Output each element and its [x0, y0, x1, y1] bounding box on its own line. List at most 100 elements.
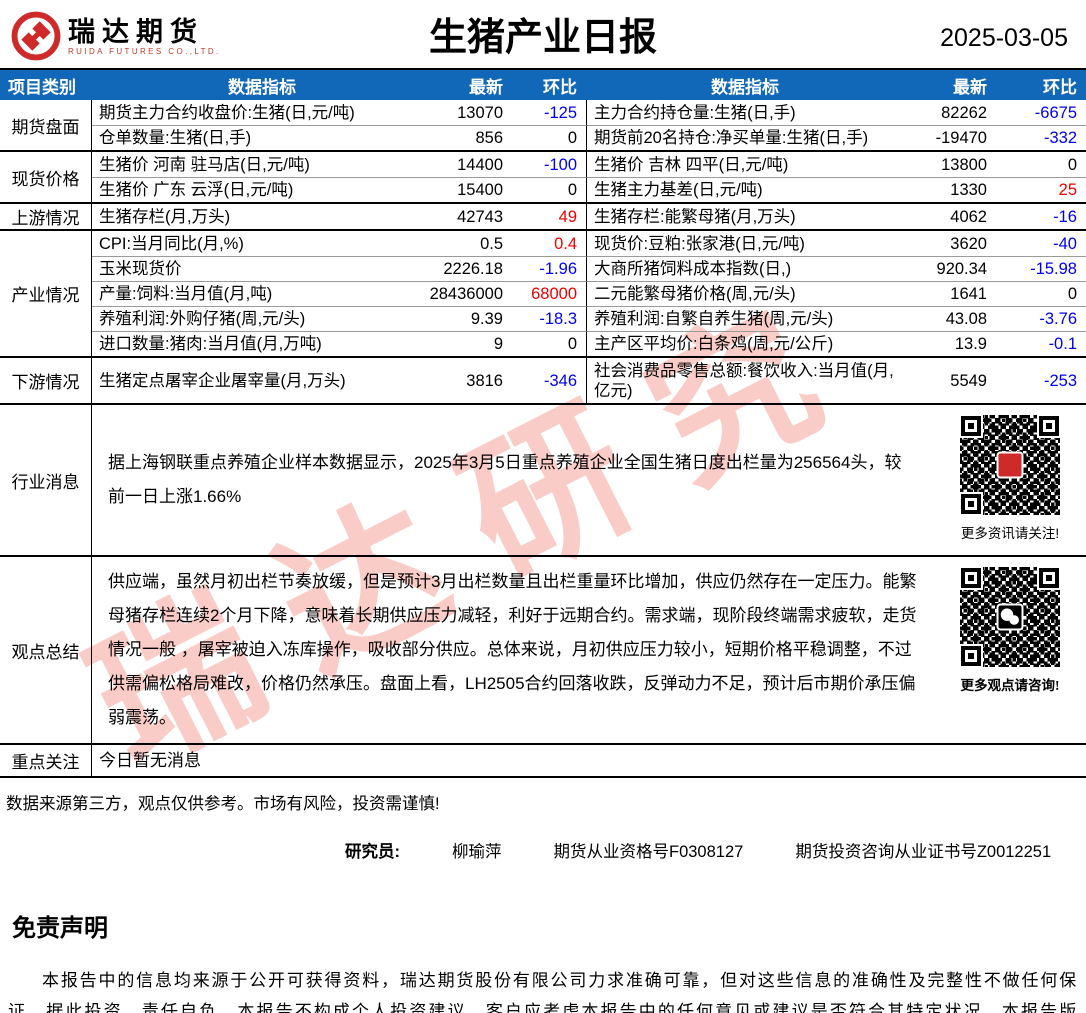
section-category: 下游情况 [0, 358, 92, 403]
change-value: -346 [543, 371, 577, 390]
indicator-label: 现货价:豆粕:张家港(日,元/吨) [586, 231, 904, 256]
change-value: -15.98 [996, 256, 1086, 281]
latest-value: 13070 [457, 103, 503, 122]
latest-value: 2226.18 [432, 256, 512, 281]
page-title: 生猪产业日报 [428, 17, 657, 59]
data-table: 项目类别 数据指标 最新 环比 数据指标 最新 环比 期货盘面 期货主力合约收盘… [0, 68, 1086, 778]
indicator-label: 生猪定点屠宰企业屠宰量(月,万头) [99, 371, 346, 390]
change-value: 0 [512, 331, 586, 356]
qr-finder-icon [961, 568, 981, 588]
latest-value: 13800 [941, 155, 987, 174]
col-header-change-1: 环比 [543, 77, 577, 97]
section-category: 产业情况 [0, 231, 92, 356]
latest-value: 920.34 [904, 256, 996, 281]
indicator-label: 主产区平均价:白条鸡(周,元/公斤) [586, 331, 904, 356]
indicator-label: 社会消费品零售总额:餐饮收入:当月值(月,亿元) [586, 358, 904, 403]
qr-code-wechat [960, 567, 1060, 667]
table-row: 产量:饲料:当月值(月,吨) 28436000 68000 二元能繁母猪价格(周… [92, 281, 1086, 306]
latest-value: 3816 [466, 371, 503, 390]
indicator-label: 养殖利润:自繁自养生猪(周,元/头) [586, 306, 904, 331]
change-value: 25 [996, 177, 1086, 202]
report-page: 瑞达研究 瑞达期货 RUIDA FUTURES CO.,LTD. 生猪产业日报 … [0, 0, 1086, 1013]
table-row: 仓单数量:生猪(日,手) 856 0 期货前20名持仓:净买单量:生猪(日,手)… [92, 125, 1086, 150]
col-header-indicator-1: 数据指标 [228, 77, 296, 97]
col-header-change-2: 环比 [1043, 77, 1077, 97]
industry-news-text: 据上海钢联重点养殖企业样本数据显示，2025年3月5日重点养殖企业全国生猪日度出… [108, 453, 902, 506]
col-header-indicator-2: 数据指标 [711, 77, 779, 97]
col-header-category: 项目类别 [8, 77, 76, 97]
qr-finder-icon [1039, 416, 1059, 436]
table-row: 玉米现货价 2226.18 -1.96 大商所猪饲料成本指数(日,) 920.3… [92, 256, 1086, 281]
table-row: 生猪存栏(月,万头) 42743 49 生猪存栏:能繁母猪(月,万头) 4062… [92, 204, 1086, 229]
indicator-label: 产量:饲料:当月值(月,吨) [92, 281, 432, 306]
qr-finder-icon [961, 416, 981, 436]
latest-value: 14400 [457, 155, 503, 174]
qualification-number: 期货从业资格号F0308127 [553, 843, 744, 861]
indicator-label: 期货主力合约收盘价:生猪(日,元/吨) [99, 103, 355, 122]
table-row: CPI:当月同比(月,%) 0.5 0.4 现货价:豆粕:张家港(日,元/吨) … [92, 231, 1086, 256]
change-value: 0 [512, 125, 586, 150]
latest-value: 0.5 [480, 234, 503, 253]
indicator-label: 主力合约持仓量:生猪(日,手) [586, 100, 904, 125]
section-upstream: 上游情况 生猪存栏(月,万头) 42743 49 生猪存栏:能繁母猪(月,万头)… [0, 202, 1086, 229]
section-focus: 重点关注 今日暂无消息 [0, 743, 1086, 778]
section-category: 上游情况 [0, 204, 92, 229]
change-value: 0 [996, 281, 1086, 306]
latest-value: 82262 [941, 103, 987, 122]
disclaimer-body: 本报告中的信息均来源于公开可获得资料，瑞达期货股份有限公司力求准确可靠，但对这些… [8, 971, 1078, 1013]
section-category: 现货价格 [0, 152, 92, 202]
change-value: -40 [1053, 234, 1077, 253]
section-industry-news: 行业消息 据上海钢联重点养殖企业样本数据显示，2025年3月5日重点养殖企业全国… [0, 403, 1086, 555]
disclaimer-section: 免责声明 本报告中的信息均来源于公开可获得资料，瑞达期货股份有限公司力求准确可靠… [0, 908, 1086, 1013]
indicator-label: 仓单数量:生猪(日,手) [92, 125, 432, 150]
data-source-note: 数据来源第三方，观点仅供参考。市场有风险，投资需谨慎! [6, 795, 440, 813]
latest-value: 856 [432, 125, 512, 150]
change-value: 68000 [512, 281, 586, 306]
table-header-row: 项目类别 数据指标 最新 环比 数据指标 最新 环比 [0, 70, 1086, 100]
change-value: -6675 [1034, 103, 1077, 122]
latest-value: 9.39 [432, 306, 512, 331]
focus-text: 今日暂无消息 [99, 750, 201, 770]
indicator-label: 期货前20名持仓:净买单量:生猪(日,手) [586, 125, 904, 150]
change-value: 0.4 [554, 234, 577, 253]
indicator-label: CPI:当月同比(月,%) [99, 234, 244, 253]
section-category: 行业消息 [0, 405, 92, 555]
latest-value: 3620 [950, 234, 987, 253]
change-value: -125 [543, 103, 577, 122]
change-value: -0.1 [996, 331, 1086, 356]
qr-caption: 更多资讯请关注! [960, 526, 1060, 541]
indicator-label: 生猪存栏:能繁母猪(月,万头) [586, 204, 904, 229]
wechat-icon [996, 603, 1024, 631]
latest-value: 15400 [432, 177, 512, 202]
latest-value: 1330 [904, 177, 996, 202]
table-row: 今日暂无消息 [92, 745, 1086, 776]
report-header: 瑞达期货 RUIDA FUTURES CO.,LTD. 生猪产业日报 2025-… [0, 0, 1086, 68]
change-value: -1.96 [512, 256, 586, 281]
latest-value: 9 [432, 331, 512, 356]
section-spot: 现货价格 生猪价 河南 驻马店(日,元/吨) 14400 -100 生猪价 吉林… [0, 150, 1086, 202]
researcher-row: 研究员: 柳瑜萍 期货从业资格号F0308127 期货投资咨询从业证书号Z001… [345, 838, 1086, 862]
change-value: -253 [1043, 371, 1077, 390]
col-header-latest-1: 最新 [469, 77, 503, 97]
researcher-label: 研究员: [345, 843, 400, 861]
change-value: 0 [512, 177, 586, 202]
section-futures: 期货盘面 期货主力合约收盘价:生猪(日,元/吨) 13070 -125 主力合约… [0, 100, 1086, 150]
qr-caption: 更多观点请咨询! [960, 678, 1060, 693]
indicator-label: 玉米现货价 [92, 256, 432, 281]
latest-value: 5549 [950, 371, 987, 390]
indicator-label: 生猪价 广东 云浮(日,元/吨) [92, 177, 432, 202]
section-category: 重点关注 [0, 745, 92, 776]
latest-value: 42743 [457, 207, 503, 226]
section-category: 观点总结 [0, 557, 92, 743]
change-value: 0 [1067, 155, 1077, 174]
indicator-label: 大商所猪饲料成本指数(日,) [586, 256, 904, 281]
col-header-latest-2: 最新 [953, 77, 987, 97]
change-value: 49 [558, 207, 577, 226]
news-qr-box: 更多资讯请关注! [934, 405, 1086, 555]
latest-value: 43.08 [904, 306, 996, 331]
indicator-label: 生猪主力基差(日,元/吨) [586, 177, 904, 202]
change-value: -3.76 [996, 306, 1086, 331]
section-downstream: 下游情况 生猪定点屠宰企业屠宰量(月,万头) 3816 -346 社会消费品零售… [0, 356, 1086, 403]
section-summary: 观点总结 供应端，虽然月初出栏节奏放缓，但是预计3月出栏数量且出栏重量环比增加，… [0, 555, 1086, 743]
section-industry: 产业情况 CPI:当月同比(月,%) 0.5 0.4 现货价:豆粕:张家港(日,… [0, 229, 1086, 356]
